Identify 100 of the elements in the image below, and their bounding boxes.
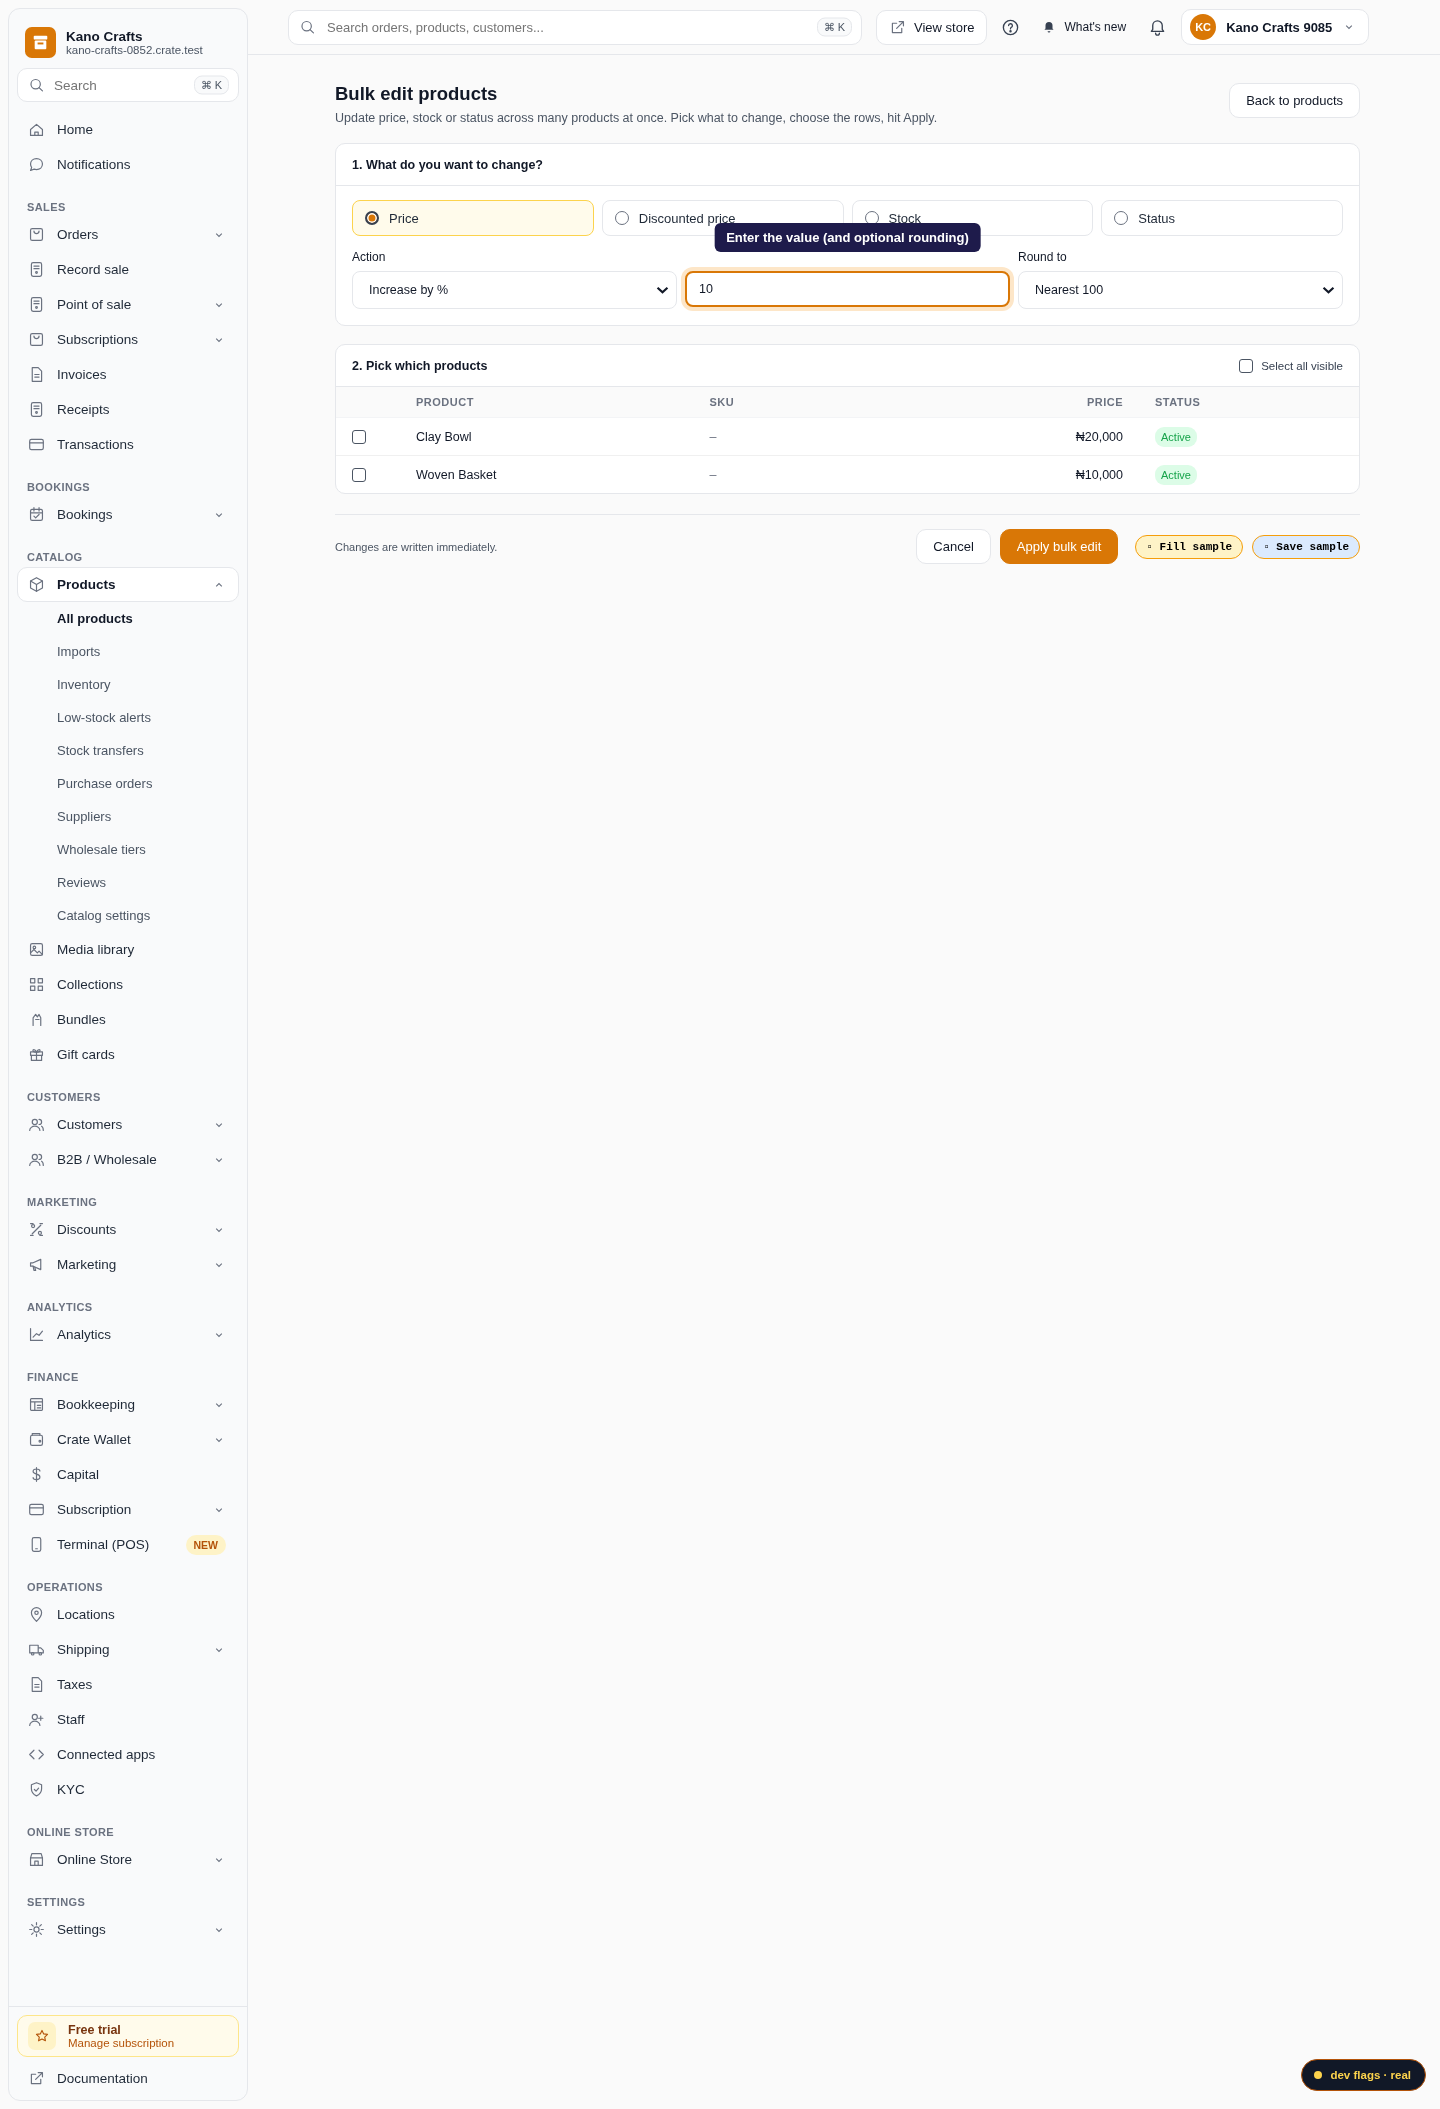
nav-item[interactable]: Gift cards [17,1037,239,1072]
dev-flags-badge[interactable]: dev flags · real [1301,2059,1426,2091]
cancel-button[interactable]: Cancel [916,529,991,564]
nav-item[interactable]: Analytics [17,1317,239,1352]
product-name: Clay Bowl [416,429,473,444]
nav-item[interactable]: Transactions [17,427,239,462]
card-title: 2. Pick which products [352,358,488,373]
search-icon [299,18,316,36]
nav-subitem[interactable]: Stock transfers [17,734,239,767]
status-dot [1314,2071,1323,2079]
nav-item[interactable]: Subscriptions [17,322,239,357]
row-checkbox[interactable] [352,467,366,482]
chevron-icon [657,287,668,293]
nav-item[interactable]: Bookkeeping [17,1387,239,1422]
nav-item[interactable]: Staff [17,1702,239,1737]
nav-subitem[interactable]: Catalog settings [17,899,239,932]
nav-item[interactable]: Customers [17,1107,239,1142]
wallet-icon [28,1431,45,1448]
line-chart-icon [28,1326,45,1343]
nav-subitem[interactable]: Imports [17,635,239,668]
nav-item[interactable]: Subscription [17,1492,239,1527]
section-heading: MARKETING [26,1195,99,1210]
nav-item[interactable]: Bundles [17,1002,239,1037]
nav-item[interactable]: Settings [17,1912,239,1947]
receipt-icon [28,261,45,278]
nav-subitem[interactable]: Wholesale tiers [17,833,239,866]
logo-icon [25,27,56,58]
footer-note: Changes are written immediately. [335,540,498,553]
row-checkbox[interactable] [352,429,366,444]
nav-item[interactable]: Collections [17,967,239,1002]
column-header: PRODUCT [416,396,475,408]
account-avatar: KC [1190,14,1217,40]
action-select[interactable]: Increase by % [352,271,677,309]
image-icon [28,941,45,958]
card-title: 1. What do you want to change? [352,157,543,172]
back-button[interactable]: Back to products [1229,83,1360,118]
users-icon [28,1151,45,1168]
nav-subitem[interactable]: Reviews [17,866,239,899]
nav-item[interactable]: Orders [17,217,239,252]
nav-subitem[interactable]: Suppliers [17,800,239,833]
nav-item[interactable]: Taxes [17,1667,239,1702]
section-heading: ONLINE STORE [26,1825,116,1840]
nav-item[interactable]: Locations [17,1597,239,1632]
account-menu[interactable]: KC Kano Crafts 9085 [1181,9,1370,45]
documentation-link[interactable]: Documentation [17,2061,239,2096]
radio-option[interactable]: Status [1101,200,1343,236]
nav-item[interactable]: Notifications [17,147,239,182]
manage-subscription-link[interactable]: Manage subscription [68,2037,175,2049]
nav-item[interactable]: Discounts [17,1212,239,1247]
calendar-icon [28,506,45,523]
section-heading: BOOKINGS [26,480,92,495]
view-store-button[interactable]: View store [876,9,988,45]
nav-subitem[interactable]: Low-stock alerts [17,701,239,734]
field-label: Round to [1018,250,1068,265]
new-badge: NEW [185,1534,226,1555]
nav-item[interactable]: Shipping [17,1632,239,1667]
whats-new-button[interactable]: What's new [1034,20,1135,34]
sku-cell-text: – [709,467,718,482]
value-input[interactable]: 10 [685,271,1010,307]
radio-option[interactable]: Price [352,200,594,236]
field-label: Action [352,250,387,265]
sku-cell-text: – [709,429,718,444]
speech-bubble-icon [28,156,45,173]
round-select[interactable]: Nearest 100 [1018,271,1343,309]
star-icon [34,2028,50,2044]
status-badge: Active [1155,426,1197,447]
gift-icon [28,1046,45,1063]
nav-item[interactable]: Online Store [17,1842,239,1877]
help-icon[interactable] [1001,17,1021,37]
nav-subitem[interactable]: Purchase orders [17,767,239,800]
settings-icon [28,1921,45,1938]
nav-item[interactable]: Home [17,112,239,147]
nav-item[interactable]: Connected apps [17,1737,239,1772]
nav-item[interactable]: B2B / Wholesale [17,1142,239,1177]
nav-item[interactable]: KYC [17,1772,239,1807]
nav-item[interactable]: Invoices [17,357,239,392]
nav-item[interactable]: Receipts [17,392,239,427]
external-link-icon [889,18,906,36]
nav-item[interactable]: Bookings [17,497,239,532]
trial-card[interactable]: Free trial Manage subscription [17,2015,239,2057]
nav-item[interactable]: Media library [17,932,239,967]
page-subtitle: Update price, stock or status across many products at once. Pick what to change, choose the rows, hit Apply. [335,111,938,125]
checkbox[interactable] [1239,358,1254,373]
nav-item[interactable]: Capital [17,1457,239,1492]
nav-item[interactable]: Record sale [17,252,239,287]
bag-icon [28,331,45,348]
save-sample-button[interactable]: ▫ Save sample [1252,534,1360,559]
fill-sample-button[interactable]: ▫ Fill sample [1135,534,1244,559]
price-cell-text: ₦20,000 [1074,429,1123,444]
trial-title: Free trial [68,2023,122,2037]
nav-item[interactable]: Crate Wallet [17,1422,239,1457]
nav-item[interactable]: Products [17,567,239,602]
credit-card-icon [28,436,45,453]
nav-item[interactable]: Point of sale [17,287,239,322]
nav-subitem[interactable]: All products [17,602,239,635]
nav-item[interactable]: Marketing [17,1247,239,1282]
section-heading: CATALOG [26,550,84,565]
nav-subitem[interactable]: Inventory [17,668,239,701]
nav-item[interactable]: Terminal (POS) NEW [17,1527,239,1562]
map-pin-icon [28,1606,45,1623]
